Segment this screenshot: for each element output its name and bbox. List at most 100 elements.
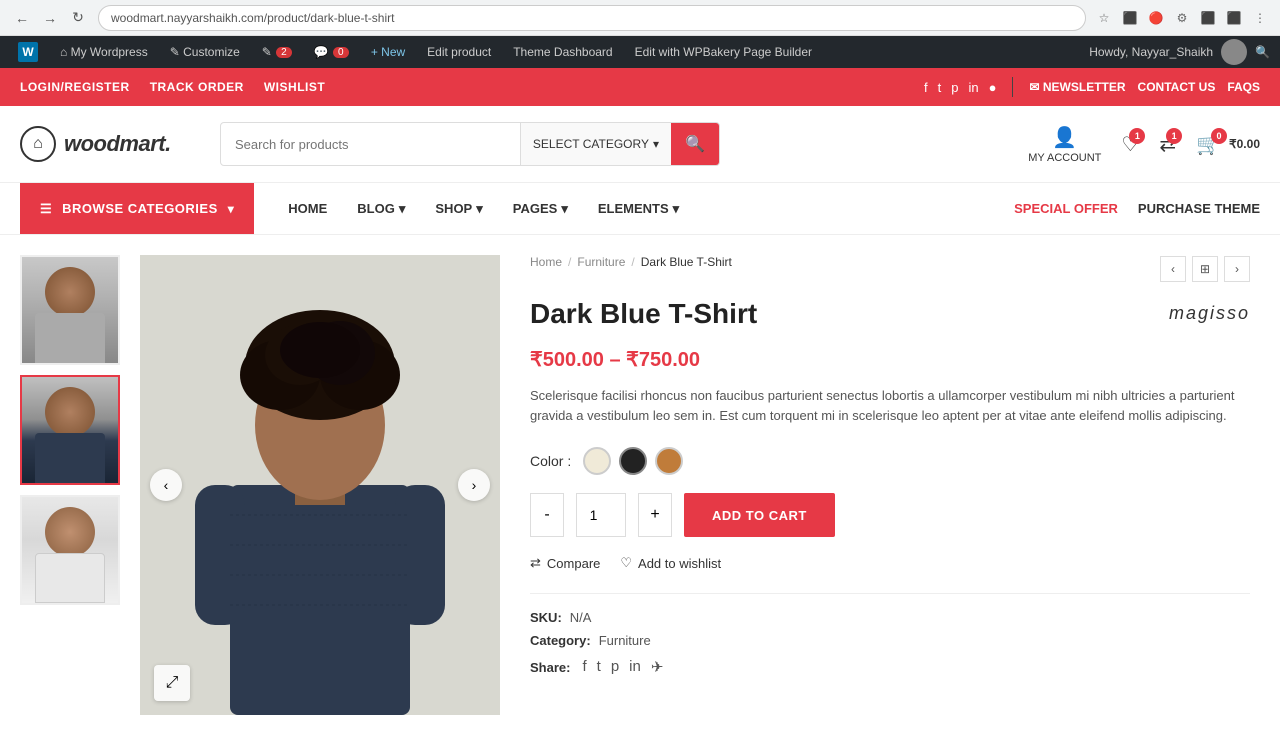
wishlist-action[interactable]: ♡ Add to wishlist [620,555,721,571]
browse-categories-button[interactable]: ☰ BROWSE CATEGORIES ▾ [20,183,254,234]
nav-elements-label: ELEMENTS [598,201,669,216]
thumb1-body [35,313,105,363]
wp-wpbakery-item[interactable]: Edit with WPBakery Page Builder [627,36,820,68]
search-category-dropdown[interactable]: SELECT CATEGORY ▾ [520,123,671,165]
next-image-button[interactable]: › [458,469,490,501]
search-bar[interactable]: SELECT CATEGORY ▾ 🔍 [220,122,720,166]
facebook-icon[interactable]: f [924,80,928,95]
instagram-icon[interactable]: ● [989,80,997,95]
nav-elements[interactable]: ELEMENTS ▾ [584,183,693,235]
breadcrumb-home[interactable]: Home [530,255,562,269]
nav-pages[interactable]: PAGES ▾ [499,183,582,235]
search-button[interactable]: 🔍 [671,123,719,165]
search-input[interactable] [221,137,520,152]
wp-search-icon[interactable]: 🔍 [1255,45,1270,59]
category-value: Furniture [599,633,651,648]
color-swatch-tan[interactable] [655,447,683,475]
address-bar[interactable]: woodmart.nayyarshaikh.com/product/dark-b… [98,5,1086,31]
ext-icon-1[interactable]: ⬛ [1120,8,1140,28]
newsletter-link[interactable]: ✉ NEWSLETTER [1029,80,1125,94]
wp-bubbles-label: 💬 [314,45,329,59]
wp-themedash-label: Theme Dashboard [513,45,612,59]
back-button[interactable]: ← [10,6,34,30]
color-section: Color : [530,447,1250,475]
share-icons: f t p in ✈ [582,658,663,676]
wp-wpbakery-label: Edit with WPBakery Page Builder [635,45,812,59]
share-pinterest-icon[interactable]: p [611,658,619,676]
color-swatch-black[interactable] [619,447,647,475]
wp-admin-right: Howdy, Nayyar_Shaikh 🔍 [1089,39,1270,65]
sku-row: SKU: N/A [530,610,1250,625]
contact-us-link[interactable]: CONTACT US [1138,80,1216,94]
wp-howdy-text: Howdy, Nayyar_Shaikh [1089,45,1213,59]
thumbnail-3[interactable] [20,495,120,605]
share-twitter-icon[interactable]: t [597,658,601,676]
nav-shop[interactable]: SHOP ▾ [421,183,496,235]
compare-action[interactable]: ⇄ Compare [530,555,600,571]
special-offer-link[interactable]: SPECIAL OFFER [1014,201,1118,216]
cart-badge: 0 [1211,128,1227,144]
wishlist-label: Add to wishlist [638,556,721,571]
faqs-link[interactable]: FAQS [1227,80,1260,94]
linkedin-icon[interactable]: in [969,80,979,95]
wp-new-item[interactable]: + New [363,36,413,68]
prev-product-icon[interactable]: ‹ [1160,256,1186,282]
url-text: woodmart.nayyarshaikh.com/product/dark-b… [111,11,394,25]
refresh-button[interactable]: ↻ [66,6,90,30]
wishlist-action[interactable]: ♡ 1 [1121,132,1139,157]
hamburger-icon: ☰ [40,201,52,217]
wp-comments-item[interactable]: ✎ 2 [254,36,300,68]
quantity-input[interactable] [576,493,626,537]
thumb3-head [45,507,95,557]
zoom-button[interactable]: ⤢ [154,665,190,701]
wp-customize-item[interactable]: ✎ Customize [162,36,248,68]
next-product-icon[interactable]: › [1224,256,1250,282]
wp-mywordpress-label: ⌂ My Wordpress [60,45,148,59]
site-logo[interactable]: ⌂ woodmart. [20,126,200,162]
browser-nav-buttons[interactable]: ← → ↻ [10,6,90,30]
ext-icon-2[interactable]: 🔴 [1146,8,1166,28]
ext-icon-4[interactable]: ⬛ [1198,8,1218,28]
my-account-action[interactable]: 👤 MY ACCOUNT [1028,125,1101,164]
add-to-cart-button[interactable]: ADD TO CART [684,493,835,537]
grid-view-icon[interactable]: ⊞ [1192,256,1218,282]
social-icons: f t p in ● [924,80,996,95]
login-register-link[interactable]: LOGIN/REGISTER [20,80,130,94]
prev-image-button[interactable]: ‹ [150,469,182,501]
product-title: Dark Blue T-Shirt [530,297,757,331]
forward-button[interactable]: → [38,6,62,30]
breadcrumb-furniture[interactable]: Furniture [577,255,625,269]
browser-icons: ☆ ⬛ 🔴 ⚙ ⬛ ⬛ ⋮ [1094,8,1270,28]
purchase-theme-link[interactable]: PURCHASE THEME [1138,201,1260,216]
wishlist-link[interactable]: WISHLIST [264,80,325,94]
track-order-link[interactable]: TRACK ORDER [150,80,244,94]
share-linkedin-icon[interactable]: in [629,658,641,676]
wp-mywordpress-item[interactable]: ⌂ My Wordpress [52,36,156,68]
search-icon: 🔍 [685,134,705,154]
menu-icon[interactable]: ⋮ [1250,8,1270,28]
star-icon[interactable]: ☆ [1094,8,1114,28]
wp-logo-item[interactable]: W [10,36,46,68]
wp-themedash-item[interactable]: Theme Dashboard [505,36,620,68]
wp-logo-icon: W [18,42,38,62]
nav-blog[interactable]: BLOG ▾ [343,183,419,235]
compare-action[interactable]: ⇄ 1 [1159,132,1176,157]
share-telegram-icon[interactable]: ✈ [651,658,664,676]
ext-icon-3[interactable]: ⚙ [1172,8,1192,28]
color-swatch-cream[interactable] [583,447,611,475]
quantity-plus-button[interactable]: + [638,493,672,537]
share-facebook-icon[interactable]: f [582,658,586,676]
account-icon: 👤 [1052,125,1077,150]
pinterest-icon[interactable]: p [951,80,958,95]
ext-icon-5[interactable]: ⬛ [1224,8,1244,28]
wp-bubbles-item[interactable]: 💬 0 [306,36,357,68]
cart-action[interactable]: 🛒 0 ₹0.00 [1196,132,1260,157]
thumbnail-1[interactable] [20,255,120,365]
twitter-icon[interactable]: t [938,80,942,95]
wp-editproduct-item[interactable]: Edit product [419,36,499,68]
quantity-minus-button[interactable]: - [530,493,564,537]
thumbnail-2[interactable] [20,375,120,485]
topbar-divider [1012,77,1013,97]
nav-home[interactable]: HOME [274,183,341,235]
thumb2-body [35,433,105,483]
